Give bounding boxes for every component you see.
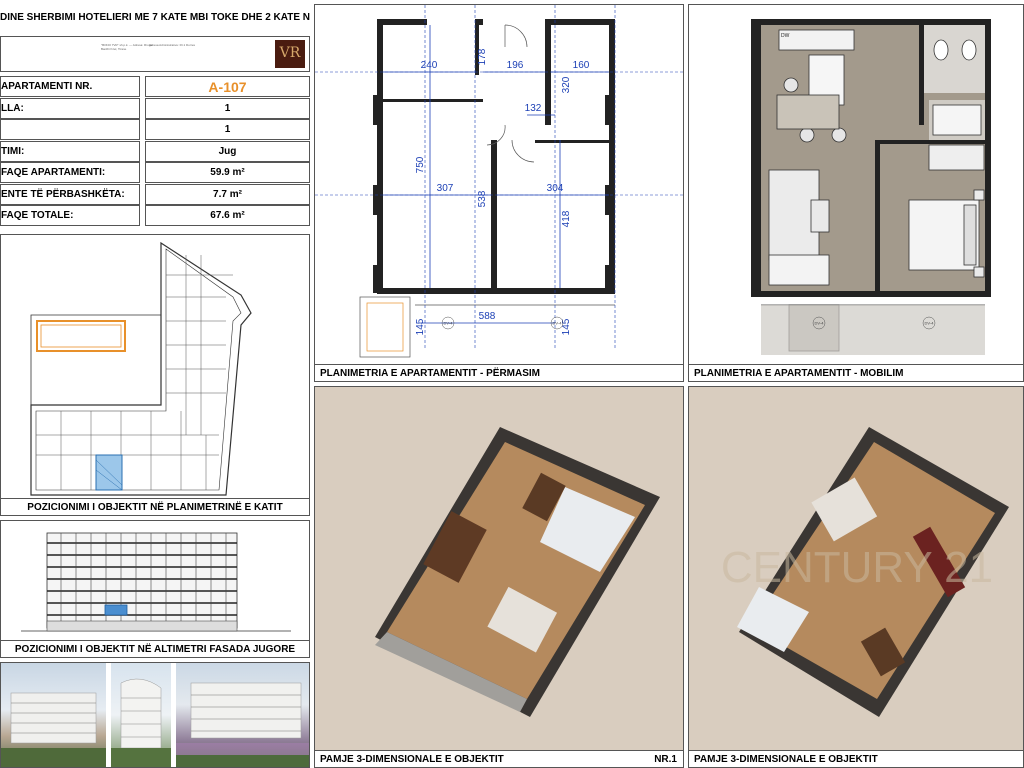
view-number-label: NR.1	[654, 754, 677, 765]
floor-position-panel: POZICIONIMI I OBJEKTIT NË PLANIMETRINË E…	[0, 234, 310, 516]
dimension-plan-caption: PLANIMETRIA E APARTAMENTIT - PËRMASIM	[315, 364, 683, 381]
info-row-value: Jug	[145, 140, 310, 162]
info-row: FAQE APARTAMENTI: 59.9 m²	[0, 162, 310, 183]
dim-320: 320	[561, 76, 572, 93]
info-row: LLA: 1	[0, 97, 310, 119]
furniture-plan-caption: PLANIMETRIA E APARTAMENTIT - MOBILIM	[689, 364, 1023, 381]
dimension-plan-panel: 240 196 160 132 307 304 588 750 178 320 …	[314, 4, 684, 382]
dishwasher-label: DW	[781, 33, 790, 39]
exterior-render-image-3	[176, 663, 309, 767]
dim-307: 307	[437, 183, 454, 194]
dim-132: 132	[525, 103, 542, 114]
info-row-label	[0, 119, 140, 140]
info-row-label: LLA:	[0, 97, 140, 119]
company-logo-strip: "BONO 7VR" sh.p.k. — Adresa: Rruga Bardh…	[0, 36, 310, 72]
info-row-label: ENTE TË PËRBASHKËTA:	[0, 183, 140, 205]
dim-304: 304	[547, 183, 564, 194]
furnished-floor-plan: DV-4 DV-4 DW	[751, 19, 991, 355]
facade-position-caption: POZICIONIMI I OBJEKTIT NË ALTIMETRI FASA…	[1, 640, 309, 657]
apartment-number: A-107	[145, 76, 310, 97]
info-row: TIMI: Jug	[0, 140, 310, 162]
view3d-left-caption-text: PAMJE 3-DIMENSIONALE E OBJEKTIT	[320, 754, 504, 765]
info-row-label: FAQE TOTALE:	[0, 205, 140, 226]
info-row-value: 1	[145, 119, 310, 140]
dim-418: 418	[561, 210, 572, 227]
dim-750: 750	[415, 156, 426, 173]
info-row: APARTAMENTI NR. A-107	[0, 76, 310, 97]
south-facade-drawing	[21, 532, 291, 632]
apartment-3d-render-2: CENTURY 21	[689, 387, 1023, 751]
info-row-value: 7.7 m²	[145, 183, 310, 205]
info-row-label: TIMI:	[0, 140, 140, 162]
dim-538: 538	[477, 190, 488, 207]
dim-588: 588	[479, 311, 496, 322]
project-title: DINE SHERBIMI HOTELIERI ME 7 KATE MBI TO…	[0, 4, 310, 32]
info-row-value: 59.9 m²	[145, 162, 310, 183]
info-row: FAQE TOTALE: 67.6 m²	[0, 205, 310, 226]
info-row-label: FAQE APARTAMENTI:	[0, 162, 140, 183]
info-row-value: 67.6 m²	[145, 205, 310, 226]
info-row-value: 1	[145, 97, 310, 119]
dim-196: 196	[507, 60, 524, 71]
exterior-render-image-1	[1, 663, 106, 767]
window-tag-left: DV-4	[444, 321, 454, 326]
view3d-left-caption: PAMJE 3-DIMENSIONALE E OBJEKTIT NR.1	[315, 750, 683, 767]
window-tag-right: DV-4	[553, 321, 563, 326]
project-title-text: DINE SHERBIMI HOTELIERI ME 7 KATE MBI TO…	[0, 12, 310, 23]
dimensioned-floor-plan: 240 196 160 132 307 304 588 750 178 320 …	[315, 5, 683, 358]
dim-145-left: 145	[415, 318, 426, 335]
floor-plan-overview-drawing	[30, 241, 252, 496]
apartment-3d-render-1	[315, 387, 683, 751]
info-row: 1	[0, 119, 310, 140]
info-row: ENTE TË PËRBASHKËTA: 7.7 m²	[0, 183, 310, 205]
floor-position-caption: POZICIONIMI I OBJEKTIT NË PLANIMETRINË E…	[1, 498, 309, 515]
facade-position-panel: POZICIONIMI I OBJEKTIT NË ALTIMETRI FASA…	[0, 520, 310, 658]
watermark-text: CENTURY 21	[721, 543, 993, 592]
window-tag-right-furnished: DV-4	[925, 321, 935, 326]
view3d-right-caption: PAMJE 3-DIMENSIONALE E OBJEKTIT	[689, 750, 1023, 767]
exterior-render-image-2	[111, 663, 171, 767]
window-tag-left-furnished: DV-4	[815, 321, 825, 326]
furniture-plan-panel: DV-4 DV-4 DW PLANIMETRIA E APARTAMENTIT …	[688, 4, 1024, 382]
view3d-right-panel: CENTURY 21 PAMJE 3-DIMENSIONALE E OBJEKT…	[688, 386, 1024, 768]
view3d-left-panel: PAMJE 3-DIMENSIONALE E OBJEKTIT NR.1	[314, 386, 684, 768]
dim-160: 160	[573, 60, 590, 71]
company-info-text-2: Adresa Administrative: Rr.1 Durres	[149, 43, 196, 47]
exterior-renders-strip	[0, 662, 310, 768]
dim-178: 178	[477, 48, 488, 65]
info-row-label: APARTAMENTI NR.	[0, 76, 140, 97]
company-monogram-logo: VR	[275, 40, 305, 68]
dim-240: 240	[421, 60, 438, 71]
monogram-text: VR	[279, 45, 301, 61]
